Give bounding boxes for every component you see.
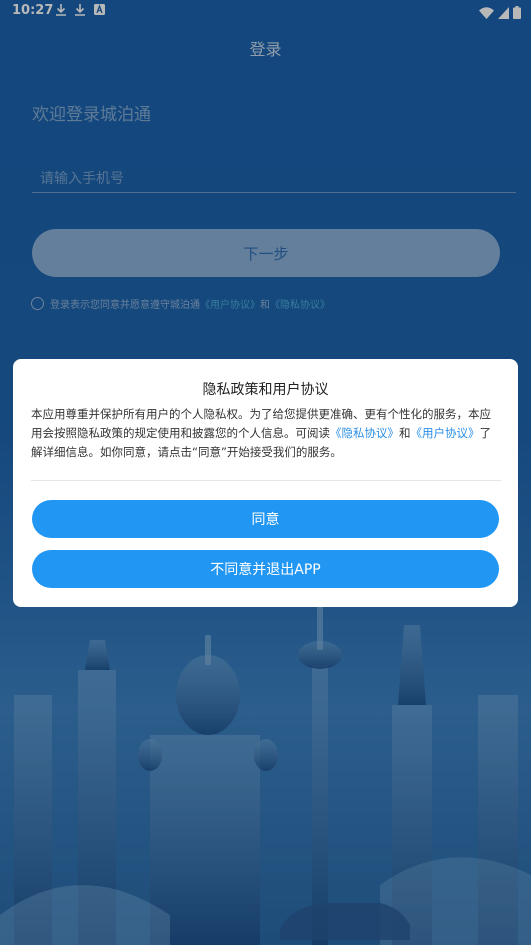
- privacy-dialog: 隐私政策和用户协议 本应用尊重并保护所有用户的个人隐私权。为了给您提供更准确、更…: [13, 359, 518, 607]
- agree-button[interactable]: 同意: [32, 500, 499, 538]
- dialog-text-and: 和: [399, 426, 411, 440]
- disagree-exit-button[interactable]: 不同意并退出APP: [32, 550, 499, 588]
- user-agreement-link[interactable]: 《用户协议》: [411, 426, 480, 440]
- dialog-divider: [31, 480, 501, 481]
- dialog-body: 本应用尊重并保护所有用户的个人隐私权。为了给您提供更准确、更有个性化的服务，本应…: [31, 405, 501, 462]
- dialog-title: 隐私政策和用户协议: [202, 382, 329, 398]
- privacy-policy-link[interactable]: 《隐私协议》: [330, 426, 399, 440]
